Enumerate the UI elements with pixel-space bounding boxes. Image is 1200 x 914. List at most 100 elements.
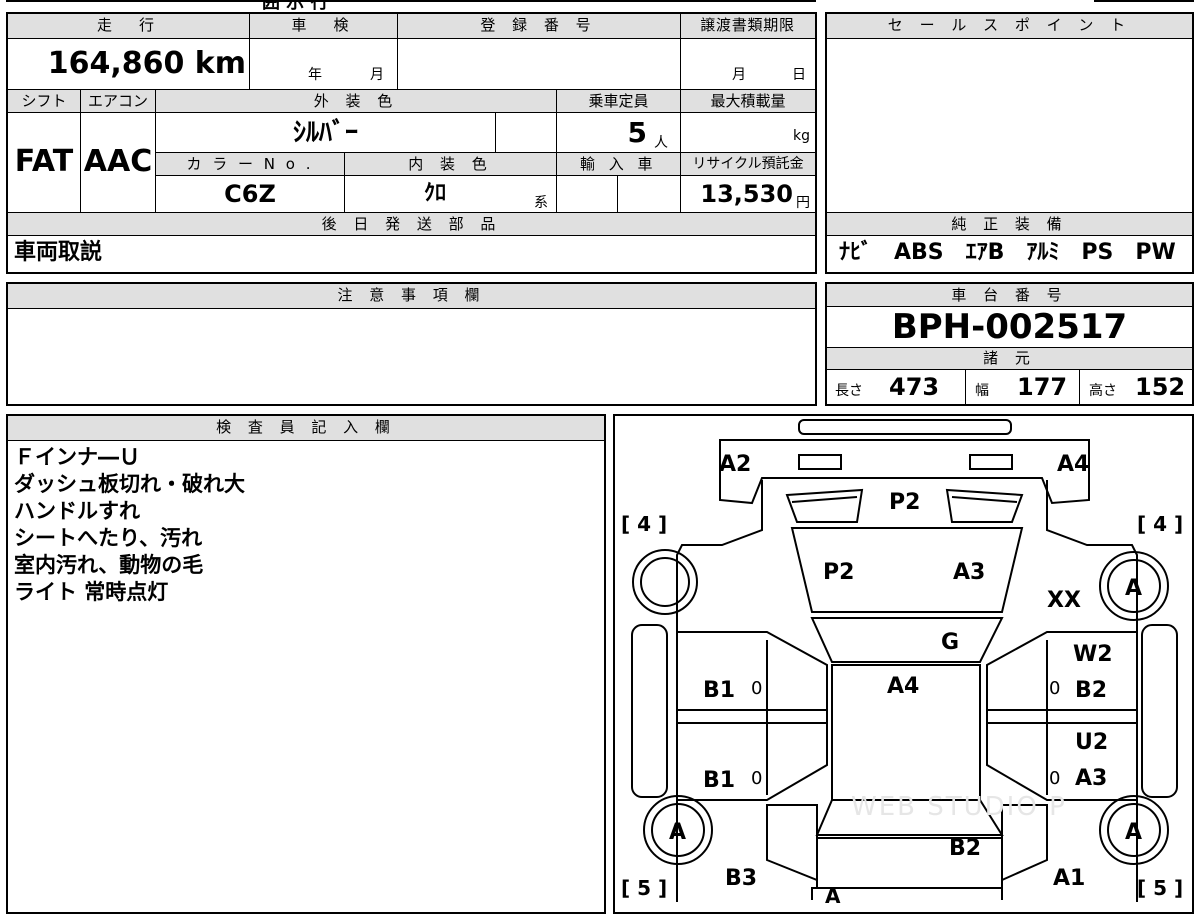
recycle-value: 13,530 xyxy=(700,180,793,208)
shift-label: シフト xyxy=(8,90,80,112)
genuine-equipment-value: ﾅﾋﾞ ABS ｴｱB ｱﾙﾐ PS PW xyxy=(839,240,1176,265)
tire-front-right: [ 4 ] xyxy=(1137,512,1184,536)
inspector-notes: Ｆインナ―Ｕ ダッシュ板切れ・破れ大 ハンドルすれ シートへたり、汚れ 室内汚れ… xyxy=(14,444,245,606)
transfer-deadline-label: 譲渡書類期限 xyxy=(680,14,815,38)
width-value: 177 xyxy=(1017,373,1068,401)
interior-unit: 系 xyxy=(534,195,548,211)
length-label: 長さ xyxy=(835,383,863,399)
spec-table: 走 行 車 検 登 録 番 号 譲渡書類期限 164,860 km 年 月 月 … xyxy=(6,12,817,274)
color-no-label: カ ラ ー N o . xyxy=(156,153,344,175)
shift-value: FAT xyxy=(14,144,74,179)
tire-front-left: [ 4 ] xyxy=(621,512,668,536)
mark-right-rear-door: A3 xyxy=(1075,766,1108,791)
mark-roof: A4 xyxy=(887,674,920,699)
mark-hood-right: A3 xyxy=(953,560,986,585)
mark-right-front-door-top: W2 xyxy=(1073,642,1113,667)
mark-rear-bumper: A xyxy=(825,884,841,908)
inspector-label: 検 査 員 記 入 欄 xyxy=(8,416,604,440)
mark-right-front-door: B2 xyxy=(1075,678,1108,703)
inspector-note-line: ライト 常時点灯 xyxy=(14,580,169,604)
grille-right-line xyxy=(951,496,1018,503)
seats-unit: 人 xyxy=(654,135,668,151)
shaken-year: 年 xyxy=(308,67,322,83)
dimensions-label: 諸 元 xyxy=(827,348,1192,369)
transfer-day: 日 xyxy=(792,67,806,83)
right-sill xyxy=(1141,624,1178,798)
mark-wheel-rear-left: A xyxy=(669,820,687,845)
seats-label: 乗車定員 xyxy=(557,90,680,112)
mark-left-rear-door: B1 xyxy=(703,768,736,793)
mark-rear-right: A1 xyxy=(1053,866,1086,891)
color-no-value: C6Z xyxy=(224,180,276,208)
car-diagram-box: [ 4 ] [ 4 ] [ 5 ] [ 5 ] A2 A4 P2 P2 A3 X… xyxy=(613,414,1194,914)
mileage-label: 走 行 xyxy=(8,14,249,38)
mark-left-front-door: B1 xyxy=(703,678,736,703)
tire-rear-left: [ 5 ] xyxy=(621,876,668,900)
exterior-color-label: 外 装 色 xyxy=(156,90,556,112)
mark-wheel-front-right: A xyxy=(1125,576,1143,601)
wheel-front-left xyxy=(632,549,698,615)
grille-right xyxy=(945,488,1024,523)
mark-zero-left-rear: 0 xyxy=(751,768,763,789)
top-strip xyxy=(6,0,816,2)
inspector-note-line: ダッシュ板切れ・破れ大 xyxy=(14,472,245,496)
recycle-unit: 円 xyxy=(796,195,810,211)
later-parts-value: 車両取説 xyxy=(14,240,103,265)
mark-zero-right-rear: 0 xyxy=(1049,768,1061,789)
mark-bumper: P2 xyxy=(889,490,921,515)
inspector-box: 検 査 員 記 入 欄 Ｆインナ―Ｕ ダッシュ板切れ・破れ大 ハンドルすれ シー… xyxy=(6,414,606,914)
interior-color-value: ｸﾛ xyxy=(423,181,446,206)
recycle-label: リサイクル預託金 xyxy=(681,153,815,175)
mark-front-left: A2 xyxy=(719,452,752,477)
mark-front-right: A4 xyxy=(1057,452,1090,477)
windshield xyxy=(810,617,1004,663)
front-bumper-top xyxy=(798,419,1012,435)
right-headlight xyxy=(969,454,1013,470)
right-rear-door xyxy=(986,722,1138,801)
left-headlight xyxy=(798,454,842,470)
mark-zero-right-front: 0 xyxy=(1049,678,1061,699)
inspector-note-line: ハンドルすれ xyxy=(14,499,140,523)
tire-rear-right: [ 5 ] xyxy=(1137,876,1184,900)
mark-hood-left: P2 xyxy=(823,560,855,585)
mark-right-rear-door-top: U2 xyxy=(1075,730,1109,755)
width-label: 幅 xyxy=(975,383,989,399)
left-quarter xyxy=(766,804,818,882)
max-load-label: 最大積載量 xyxy=(681,90,815,112)
rear-bumper xyxy=(811,887,1003,900)
mark-wheel-rear-right: A xyxy=(1125,820,1143,845)
transfer-month: 月 xyxy=(732,67,746,83)
right-front-door xyxy=(986,631,1138,711)
height-label: 高さ xyxy=(1089,383,1117,399)
interior-color-label: 内 装 色 xyxy=(345,153,556,175)
caution-box: 注 意 事 項 欄 xyxy=(6,282,817,406)
watermark: WEB STUDIO P xyxy=(851,792,1067,822)
top-strip-right xyxy=(1094,0,1194,2)
inspector-note-line: シートへたり、汚れ xyxy=(14,526,203,550)
chassis-box: 車 台 番 号 BPH-002517 諸 元 長さ 473 幅 177 高さ 1… xyxy=(825,282,1194,406)
exterior-color-value: ｼﾙﾊﾞｰ xyxy=(292,118,358,148)
import-label: 輸 入 車 xyxy=(557,153,680,175)
inspector-note-line: 室内汚れ、動物の毛 xyxy=(14,553,204,577)
grille-left-line xyxy=(791,496,858,503)
aircon-label: エアコン xyxy=(81,90,155,112)
left-sill xyxy=(631,624,668,798)
shaken-month: 月 xyxy=(370,67,384,83)
right-pillar xyxy=(986,709,1138,724)
mark-trunk: B2 xyxy=(949,836,982,861)
reg-number-label: 登 録 番 号 xyxy=(397,14,680,38)
aircon-value: AAC xyxy=(83,144,153,179)
later-parts-label: 後 日 発 送 部 品 xyxy=(8,213,815,235)
caution-label: 注 意 事 項 欄 xyxy=(8,284,815,308)
chassis-number: BPH-002517 xyxy=(891,307,1128,347)
sales-point-label: セ ー ル ス ポ イ ン ト xyxy=(827,14,1192,38)
height-value: 152 xyxy=(1135,373,1186,401)
seats-value: 5 xyxy=(627,116,647,149)
shaken-label: 車 検 xyxy=(249,14,397,38)
top-strip-text: 囲 示 行 xyxy=(262,0,329,13)
length-value: 473 xyxy=(889,373,940,401)
inspector-note-line: Ｆインナ―Ｕ xyxy=(14,445,140,469)
load-unit: kg xyxy=(793,128,810,144)
chassis-label: 車 台 番 号 xyxy=(827,284,1192,306)
left-pillar xyxy=(676,709,828,724)
